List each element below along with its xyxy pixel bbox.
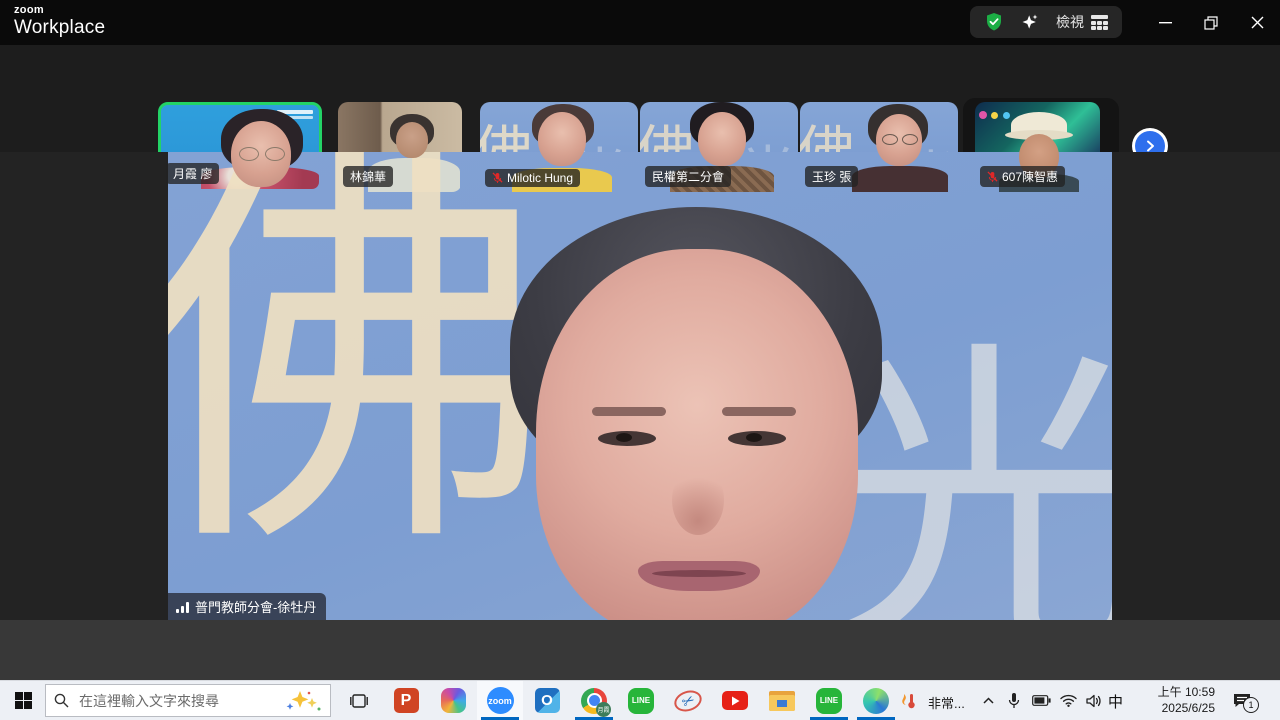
virtual-bg-logo <box>979 106 1010 124</box>
muted-mic-icon <box>492 172 503 184</box>
wifi-icon[interactable] <box>1055 681 1081 720</box>
titlebar: zoom Workplace 檢視 <box>0 0 1280 45</box>
youtube-icon[interactable] <box>712 681 758 720</box>
participant-name: 民權第二分會 <box>652 168 724 185</box>
participant-name-badge: 玉珍 張 <box>805 166 858 187</box>
tray-overflow-chevron[interactable] <box>975 681 1001 720</box>
muted-mic-icon <box>987 171 998 183</box>
security-shield-icon[interactable] <box>984 12 1004 32</box>
battery-icon[interactable] <box>1027 681 1055 720</box>
weather-icon[interactable] <box>893 681 923 720</box>
powerpoint-icon[interactable]: P <box>383 681 429 720</box>
view-button-label: 檢視 <box>1056 12 1084 32</box>
chrome-icon[interactable]: 月霞 <box>571 681 617 720</box>
copilot-icon[interactable] <box>430 681 476 720</box>
chevron-right-icon <box>1144 140 1156 152</box>
active-speaker-video[interactable]: 佛 光 普門教師分會-徐牡丹 <box>168 152 1112 620</box>
clock-time: 上午 10:59 <box>1158 684 1215 700</box>
notification-count-badge: 1 <box>1243 697 1259 713</box>
weather-text[interactable]: 非常... <box>928 693 965 712</box>
chrome-profile-badge: 月霞 <box>596 702 611 717</box>
minimize-button[interactable] <box>1142 0 1188 45</box>
taskbar-clock[interactable]: 上午 10:59 2025/6/25 <box>1158 684 1215 716</box>
participant-name: 玉珍 張 <box>812 168 851 185</box>
task-view-button[interactable] <box>336 681 382 720</box>
participant-name-badge: 月霞 廖 <box>166 163 219 184</box>
tray-microphone-icon[interactable] <box>1001 681 1027 720</box>
participant-tile-5[interactable]: 佛 光 玉珍 張 <box>800 102 958 192</box>
audio-level-icon <box>176 601 189 613</box>
restore-button[interactable] <box>1188 0 1234 45</box>
view-button[interactable]: 檢視 <box>1056 12 1108 32</box>
outlook-icon[interactable]: O <box>524 681 570 720</box>
file-explorer-icon[interactable] <box>759 681 805 720</box>
bg-character-left: 佛 <box>168 152 552 566</box>
ime-indicator[interactable]: 中 <box>1108 691 1123 712</box>
line-icon[interactable]: LINE <box>618 681 664 720</box>
zoom-app-icon[interactable]: zoom <box>477 681 523 720</box>
speaker-icon[interactable] <box>1081 681 1107 720</box>
zoom-meeting-window: zoom Workplace 檢視 <box>0 0 1280 720</box>
windows-taskbar: P zoom O 月霞 LINE ✂ <box>0 680 1280 720</box>
close-button[interactable] <box>1234 0 1280 45</box>
logo-zoom-text: zoom <box>14 5 105 16</box>
participant-name-badge: 林錦華 <box>343 166 393 187</box>
search-input[interactable] <box>77 692 276 710</box>
search-icon <box>54 693 69 708</box>
line-icon-2[interactable]: LINE <box>806 681 852 720</box>
video-filmstrip: 月霞 廖 林錦華 佛 光 Milotic Hung 佛 <box>0 45 1280 152</box>
participant-name: 月霞 廖 <box>173 165 212 182</box>
notification-center-button[interactable]: 1 <box>1222 681 1262 720</box>
speaker-name: 普門教師分會-徐牡丹 <box>195 597 316 616</box>
participant-name: 林錦華 <box>350 168 386 185</box>
taskbar-search[interactable] <box>45 684 331 717</box>
logo-workplace-text: Workplace <box>14 18 105 37</box>
clock-date: 2025/6/25 <box>1158 700 1215 716</box>
snipping-tool-icon[interactable]: ✂ <box>665 681 711 720</box>
gallery-grid-icon <box>1091 15 1108 30</box>
main-stage: 佛 光 普門教師分會-徐牡丹 <box>0 152 1280 620</box>
participant-name-badge: Milotic Hung <box>485 169 580 187</box>
speaker-name-badge: 普門教師分會-徐牡丹 <box>168 593 326 620</box>
meeting-toolbar: 音訊 視訊 與會者 8 聊天 <box>0 620 1280 680</box>
speaker-face <box>498 207 898 620</box>
titlebar-controls-pill: 檢視 <box>970 6 1122 38</box>
search-highlights-icon <box>284 689 322 713</box>
participant-name-badge: 民權第二分會 <box>645 166 731 187</box>
zoom-workplace-logo: zoom Workplace <box>14 5 105 37</box>
participant-name-badge: 607陳智惠 <box>980 166 1065 187</box>
start-button[interactable] <box>0 681 46 720</box>
ai-companion-sparkle-icon[interactable] <box>1020 12 1040 32</box>
participant-name: 607陳智惠 <box>1002 168 1058 185</box>
participant-name: Milotic Hung <box>507 171 573 185</box>
